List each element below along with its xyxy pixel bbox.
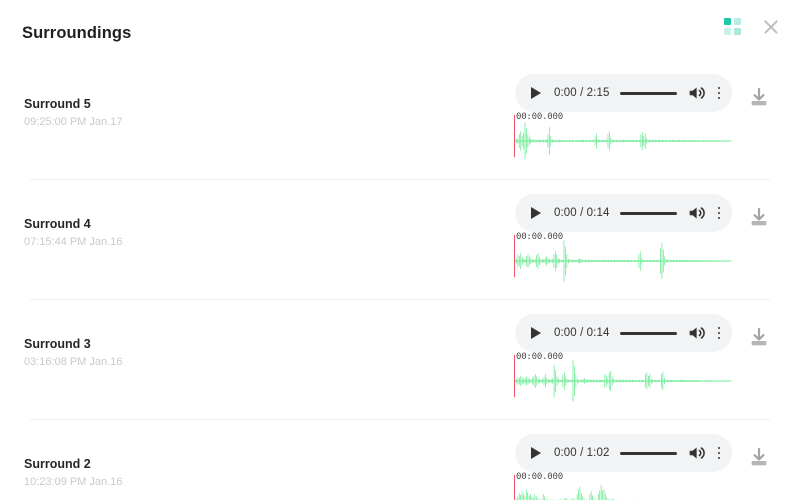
volume-high-icon[interactable] <box>686 202 708 224</box>
player-progress-slider[interactable] <box>620 451 677 455</box>
waveform[interactable]: 00:00.000 <box>513 352 735 407</box>
waveform[interactable]: 00:00.000 <box>513 112 735 167</box>
recording-title: Surround 3 <box>24 337 91 351</box>
recording-meta: Surround 3 03:16:08 PM Jan.16 <box>24 336 324 369</box>
waveform[interactable]: 00:00.000 <box>513 472 735 500</box>
grid-cell <box>724 18 731 25</box>
recordings-list: Surround 5 09:25:00 PM Jan.17 0:00 / 2:1… <box>0 60 800 500</box>
recording-row-3: Surround 3 03:16:08 PM Jan.16 0:00 / 0:1… <box>0 300 800 420</box>
more-vertical-icon[interactable] <box>710 442 728 464</box>
close-icon[interactable] <box>760 16 782 38</box>
more-vertical-icon[interactable] <box>710 202 728 224</box>
player-time-display: 0:00 / 0:14 <box>554 327 610 339</box>
play-icon[interactable] <box>525 82 547 104</box>
more-vertical-icon[interactable] <box>710 322 728 344</box>
recording-title: Surround 5 <box>24 97 91 111</box>
grid-cell <box>724 28 731 35</box>
play-icon[interactable] <box>525 442 547 464</box>
audio-player[interactable]: 0:00 / 1:02 <box>515 434 732 472</box>
waveform[interactable]: 00:00.000 <box>513 232 735 287</box>
player-progress-slider[interactable] <box>620 91 677 95</box>
more-vertical-icon[interactable] <box>710 82 728 104</box>
recording-title: Surround 2 <box>24 457 91 471</box>
recording-date: 09:25:00 PM Jan.17 <box>24 116 123 128</box>
recording-title: Surround 4 <box>24 217 91 231</box>
volume-high-icon[interactable] <box>686 322 708 344</box>
grid-cell <box>734 18 741 25</box>
recording-date: 10:23:09 PM Jan.16 <box>24 476 123 488</box>
panel-header: Surroundings <box>0 0 800 60</box>
recording-row-2: Surround 4 07:15:44 PM Jan.16 0:00 / 0:1… <box>0 180 800 300</box>
audio-player[interactable]: 0:00 / 0:14 <box>515 314 732 352</box>
recording-row-1: Surround 5 09:25:00 PM Jan.17 0:00 / 2:1… <box>0 60 800 180</box>
grid-cell <box>734 28 741 35</box>
recording-date: 03:16:08 PM Jan.16 <box>24 356 123 368</box>
waveform-timestamp: 00:00.000 <box>516 112 563 122</box>
header-actions <box>724 16 782 38</box>
recording-row-4: Surround 2 10:23:09 PM Jan.16 0:00 / 1:0… <box>0 420 800 500</box>
recording-date: 07:15:44 PM Jan.16 <box>24 236 123 248</box>
recording-meta: Surround 5 09:25:00 PM Jan.17 <box>24 96 324 129</box>
volume-high-icon[interactable] <box>686 442 708 464</box>
download-icon[interactable] <box>747 326 771 350</box>
download-icon[interactable] <box>747 86 771 110</box>
volume-high-icon[interactable] <box>686 82 708 104</box>
recording-meta: Surround 2 10:23:09 PM Jan.16 <box>24 456 324 489</box>
grid-icon[interactable] <box>724 18 742 36</box>
recording-meta: Surround 4 07:15:44 PM Jan.16 <box>24 216 324 249</box>
waveform-timestamp: 00:00.000 <box>516 232 563 242</box>
play-icon[interactable] <box>525 322 547 344</box>
player-time-display: 0:00 / 0:14 <box>554 207 610 219</box>
audio-player[interactable]: 0:00 / 2:15 <box>515 74 732 112</box>
page-title: Surroundings <box>22 24 132 42</box>
player-time-display: 0:00 / 2:15 <box>554 87 610 99</box>
download-icon[interactable] <box>747 446 771 470</box>
audio-player[interactable]: 0:00 / 0:14 <box>515 194 732 232</box>
waveform-timestamp: 00:00.000 <box>516 472 563 482</box>
surroundings-panel: Surroundings Surround 5 09:25:00 PM Jan.… <box>0 0 800 500</box>
player-time-display: 0:00 / 1:02 <box>554 447 610 459</box>
download-icon[interactable] <box>747 206 771 230</box>
waveform-timestamp: 00:00.000 <box>516 352 563 362</box>
player-progress-slider[interactable] <box>620 331 677 335</box>
play-icon[interactable] <box>525 202 547 224</box>
player-progress-slider[interactable] <box>620 211 677 215</box>
